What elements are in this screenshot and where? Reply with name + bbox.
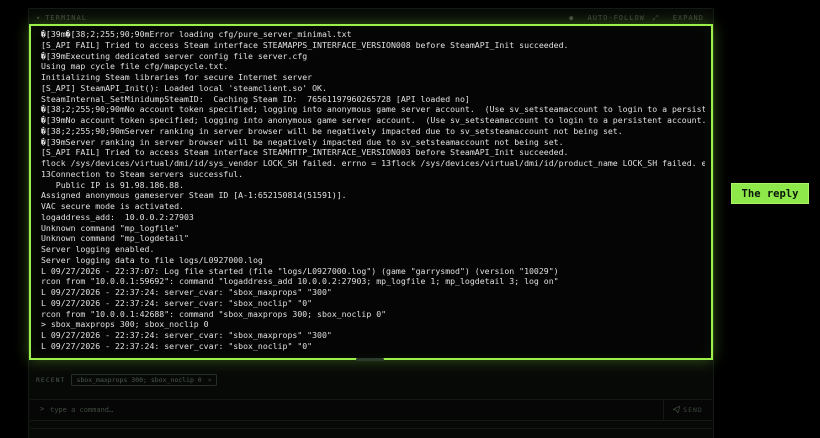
- terminal-log: �[39m�[38;2;255;90;90mError loading cfg/…: [41, 29, 705, 352]
- terminal-title: ▾ TERMINAL: [36, 14, 87, 22]
- reply-callout: The reply: [731, 183, 809, 204]
- divider: [30, 428, 712, 429]
- log-line: VAC secure mode is activated.: [41, 201, 184, 211]
- log-line: �[39mExecuting dedicated server config f…: [41, 50, 308, 61]
- log-line: rcon from "10.0.0.1:59692": command "log…: [41, 276, 559, 287]
- log-line: SteamInternal_SetMinidumpSteamID: Cachin…: [41, 93, 470, 104]
- recent-commands-bar: RECENT sbox_maxprops 300; sbox_noclip 0 …: [36, 373, 217, 387]
- prompt-icon: >: [40, 405, 45, 413]
- log-line: L 09/27/2026 - 22:37:07: Log file starte…: [41, 265, 559, 276]
- log-line: Initializing Steam libraries for secure …: [41, 72, 313, 82]
- recent-command-text: sbox_maxprops 300; sbox_noclip 0: [76, 376, 202, 384]
- log-line: Server logging data to file logs/L092700…: [41, 254, 263, 265]
- log-line: 13Connection to Steam servers successful…: [41, 168, 244, 179]
- auto-follow-toggle[interactable]: ● AUTO-FOLLOW: [569, 14, 645, 22]
- log-line: [S_API FAIL] Tried to access Steam inter…: [41, 147, 569, 158]
- send-button[interactable]: SEND: [663, 400, 712, 420]
- send-icon: [672, 404, 681, 415]
- terminal-output-panel[interactable]: �[39m�[38;2;255;90;90mError loading cfg/…: [29, 24, 713, 360]
- log-line: Assigned anonymous gameserver Steam ID […: [41, 190, 347, 201]
- log-line: rcon from "10.0.0.1:42688": command "sbo…: [41, 308, 387, 319]
- log-line: [S_API] SteamAPI_Init(): Loaded local 's…: [41, 82, 327, 93]
- log-line: Unknown command "mp_logfile": [41, 222, 180, 233]
- log-line: > sbox_maxprops 300; sbox_noclip 0: [41, 319, 209, 330]
- recent-label: RECENT: [36, 376, 66, 384]
- resize-handle[interactable]: [356, 358, 384, 361]
- log-line: L 09/27/2026 - 22:37:24: server_cvar: "s…: [41, 330, 332, 340]
- recent-command-chip[interactable]: sbox_maxprops 300; sbox_noclip 0 ×: [71, 374, 217, 386]
- command-input[interactable]: [50, 403, 670, 417]
- paper-plane-icon: [672, 404, 681, 414]
- log-line: logaddress_add: 10.0.0.2:27903: [41, 211, 194, 222]
- header-controls: ● AUTO-FOLLOW ⤢ EXPAND: [561, 14, 704, 23]
- log-line: Server logging enabled.: [41, 244, 155, 254]
- log-line: �[39mNo account token specified; logging…: [41, 115, 705, 125]
- command-row: > SEND: [30, 399, 712, 421]
- close-icon[interactable]: ×: [208, 376, 212, 384]
- log-line: L 09/27/2026 - 22:37:24: server_cvar: "s…: [41, 287, 332, 297]
- expand-button[interactable]: ⤢ EXPAND: [653, 14, 704, 22]
- log-line: �[39mServer ranking in server browser wi…: [41, 136, 564, 147]
- send-label: SEND: [683, 406, 703, 414]
- log-line: flock /sys/devices/virtual/dmi/id/sys_ve…: [41, 158, 705, 168]
- log-line: �[38;2;255;90;90mServer ranking in serve…: [41, 125, 623, 136]
- log-line: �[38;2;255;90;90mNo account token specif…: [41, 104, 705, 115]
- log-line: Using map cycle file cfg/mapcycle.txt.: [41, 61, 229, 72]
- collapse-chevron-icon[interactable]: ▾: [36, 14, 41, 22]
- log-line: L 09/27/2026 - 22:37:24: server_cvar: "s…: [41, 340, 313, 351]
- log-line: �[39m�[38;2;255;90;90mError loading cfg/…: [41, 29, 352, 39]
- log-line: [S_API FAIL] Tried to access Steam inter…: [41, 39, 569, 50]
- log-line: L 09/27/2026 - 22:37:24: server_cvar: "s…: [41, 297, 313, 308]
- log-line: Public IP is 91.98.186.88.: [41, 179, 184, 190]
- log-line: Unknown command "mp_logdetail": [41, 233, 189, 244]
